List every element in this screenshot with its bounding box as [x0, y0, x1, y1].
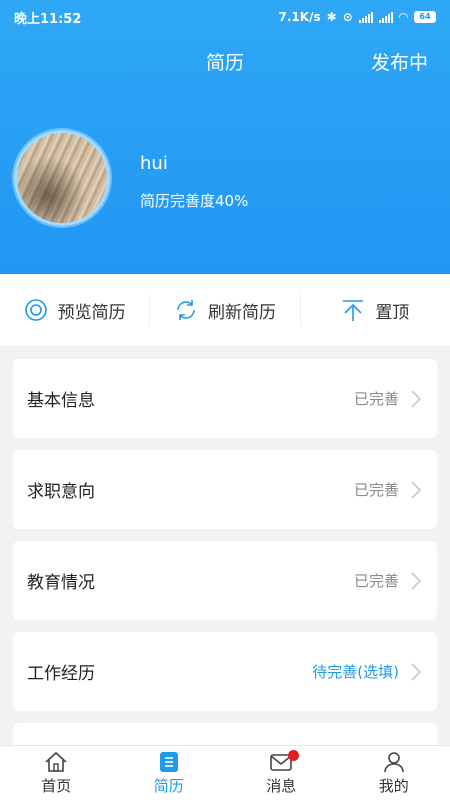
resume-completeness: 简历完善度40%	[140, 192, 249, 210]
top-bar: 简历 发布中	[0, 34, 450, 86]
status-bar: 晚上11:52 7.1K/s ✱ ⊙ ◠ 64	[0, 0, 450, 34]
chevron-right-icon	[411, 480, 422, 499]
publish-status-button[interactable]: 发布中	[371, 48, 428, 75]
unread-badge	[288, 750, 299, 761]
tab-mine[interactable]: 我的	[338, 746, 450, 800]
refresh-resume-button[interactable]: 刷新简历	[150, 298, 299, 323]
battery-icon: 64	[414, 11, 436, 23]
user-icon	[383, 751, 404, 772]
chevron-right-icon	[411, 389, 422, 408]
bottom-tab-bar: 首页 简历 消息 我的	[0, 745, 450, 800]
bluetooth-icon: ✱	[326, 10, 337, 24]
tab-label: 我的	[378, 776, 409, 795]
resume-actions: 预览简历 刷新简历 置顶	[0, 274, 450, 346]
wifi-icon: ◠	[398, 10, 408, 24]
status-time: 晚上11:52	[14, 11, 82, 27]
chevron-right-icon	[411, 571, 422, 590]
tab-label: 消息	[266, 776, 297, 795]
section-status: 待完善(选填)	[312, 663, 399, 681]
profile-header: 晚上11:52 7.1K/s ✱ ⊙ ◠ 64 简历 发布中 hui 简历完善度…	[0, 0, 450, 274]
refresh-icon	[177, 300, 195, 320]
username: hui	[140, 153, 168, 174]
section-status: 已完善	[353, 572, 399, 590]
section-label: 教育情况	[27, 573, 95, 593]
refresh-resume-label: 刷新简历	[207, 302, 276, 323]
resume-icon	[159, 751, 178, 772]
section-label: 工作经历	[27, 664, 95, 684]
section-status: 已完善	[353, 390, 399, 408]
tab-messages[interactable]: 消息	[225, 746, 338, 800]
section-status: 已完善	[353, 481, 399, 499]
tab-resume[interactable]: 简历	[113, 746, 226, 800]
section-basic-info[interactable]: 基本信息 已完善	[13, 359, 437, 438]
section-job-intention[interactable]: 求职意向 已完善	[13, 450, 437, 529]
status-icons: 7.1K/s ✱ ⊙ ◠ 64	[279, 10, 436, 24]
preview-resume-label: 预览简历	[57, 302, 126, 323]
avatar[interactable]	[14, 130, 110, 226]
pin-top-icon	[343, 300, 364, 321]
chevron-right-icon	[411, 662, 422, 681]
preview-resume-button[interactable]: 预览简历	[0, 298, 149, 323]
home-icon	[45, 751, 67, 772]
tab-label: 首页	[41, 776, 72, 795]
tab-label: 简历	[153, 776, 184, 795]
signal-icon-2	[378, 11, 393, 23]
toggle-icon: ⊙	[342, 10, 353, 24]
signal-icon	[358, 11, 373, 23]
tab-home[interactable]: 首页	[0, 746, 113, 800]
section-label: 基本信息	[27, 391, 95, 411]
pin-top-label: 置顶	[375, 302, 410, 323]
section-education[interactable]: 教育情况 已完善	[13, 541, 437, 620]
network-speed: 7.1K/s	[278, 10, 321, 24]
eye-icon	[24, 299, 47, 321]
section-work-experience[interactable]: 工作经历 待完善(选填)	[13, 632, 437, 711]
pin-top-button[interactable]: 置顶	[301, 298, 450, 323]
section-label: 求职意向	[27, 482, 95, 502]
